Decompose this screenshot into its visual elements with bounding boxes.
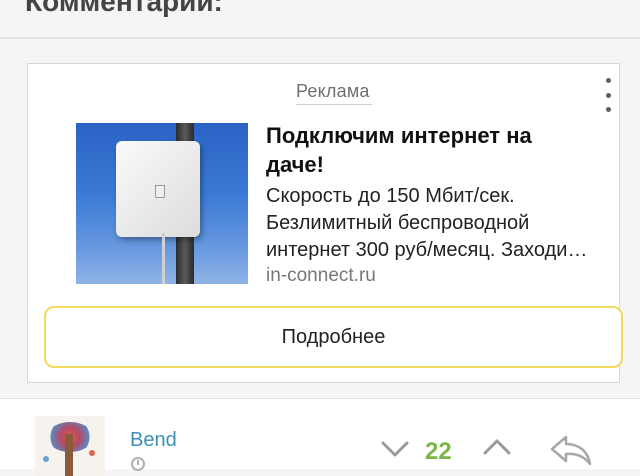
comments-title: Комментарии: xyxy=(25,0,223,17)
ad-card[interactable]: Реклама Подключим интернет на даче! Скор… xyxy=(27,63,623,383)
ad-headline[interactable]: Подключим интернет на даче! xyxy=(266,121,586,179)
ad-text-line: интернет 300 руб/месяц. Заходи… xyxy=(266,239,588,261)
avatar-dot xyxy=(89,450,95,456)
more-details-button[interactable]: Подробнее xyxy=(44,306,623,368)
comment-username[interactable]: Bend xyxy=(130,429,177,452)
ad-text: Скорость до 150 Мбит/сек. Безлимитный бе… xyxy=(266,183,616,264)
ad-label-underline xyxy=(296,104,372,105)
more-vertical-icon[interactable] xyxy=(602,78,614,112)
comment-item: Bend 22 xyxy=(0,399,640,476)
ad-text-line: Безлимитный беспроводной xyxy=(266,212,530,234)
chevron-up-icon[interactable] xyxy=(482,437,512,457)
kebab-dot xyxy=(605,107,611,112)
ad-domain[interactable]: in-connect.ru xyxy=(266,265,376,287)
antenna xyxy=(116,141,200,237)
antenna-indicator xyxy=(155,185,165,198)
reply-icon[interactable] xyxy=(548,433,592,467)
avatar-tree-trunk xyxy=(65,434,73,476)
ad-text-line: Скорость до 150 Мбит/сек. xyxy=(266,185,515,207)
avatar-dot xyxy=(43,456,49,462)
avatar[interactable] xyxy=(35,416,105,476)
divider xyxy=(0,37,640,39)
kebab-dot xyxy=(605,92,611,98)
ad-label: Реклама xyxy=(296,81,370,101)
ad-image[interactable] xyxy=(76,123,248,284)
kebab-dot xyxy=(605,78,611,83)
chevron-down-icon[interactable] xyxy=(380,439,410,459)
cable xyxy=(162,233,165,284)
comment-rating: 22 xyxy=(425,438,452,465)
